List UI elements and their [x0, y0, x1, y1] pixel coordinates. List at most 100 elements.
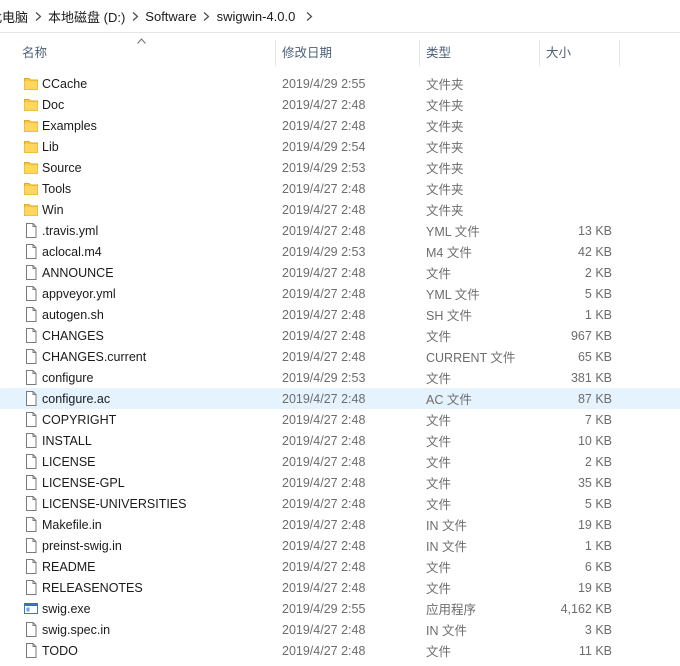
- file-size: 7 KB: [584, 412, 612, 427]
- file-name: INSTALL: [42, 433, 92, 448]
- file-row[interactable]: ANNOUNCE 2019/4/27 2:48 文件 2 KB: [0, 262, 680, 283]
- file-row[interactable]: INSTALL 2019/4/27 2:48 文件 10 KB: [0, 430, 680, 451]
- column-header-size[interactable]: 大小: [540, 40, 620, 66]
- column-header-row: 名称 修改日期 类型 大小: [0, 38, 680, 66]
- file-date: 2019/4/27 2:48: [282, 391, 366, 406]
- file-icon: [24, 454, 38, 469]
- file-size: 1 KB: [584, 538, 612, 553]
- file-row[interactable]: CCache 2019/4/29 2:55 文件夹: [0, 73, 680, 94]
- file-date: 2019/4/27 2:48: [282, 118, 366, 133]
- file-row[interactable]: CHANGES.current 2019/4/27 2:48 CURRENT 文件 6…: [0, 346, 680, 367]
- file-row[interactable]: COPYRIGHT 2019/4/27 2:48 文件 7 KB: [0, 409, 680, 430]
- file-row[interactable]: appveyor.yml 2019/4/27 2:48 YML 文件 5 KB: [0, 283, 680, 304]
- file-row[interactable]: Examples 2019/4/27 2:48 文件夹: [0, 115, 680, 136]
- file-type: IN 文件: [426, 624, 467, 638]
- chevron-right-icon[interactable]: [199, 11, 215, 21]
- file-row[interactable]: LICENSE-GPL 2019/4/27 2:48 文件 35 KB: [0, 472, 680, 493]
- file-date: 2019/4/27 2:48: [282, 307, 366, 322]
- file-icon: [24, 391, 38, 406]
- file-icon: [24, 223, 38, 238]
- file-row[interactable]: Makefile.in 2019/4/27 2:48 IN 文件 19 KB: [0, 514, 680, 535]
- file-icon: [24, 328, 38, 343]
- file-type: 文件: [426, 561, 452, 575]
- file-row[interactable]: Win 2019/4/27 2:48 文件夹: [0, 199, 680, 220]
- file-list: CCache 2019/4/29 2:55 文件夹 Doc 2019/4/27 2:48…: [0, 73, 680, 661]
- file-row[interactable]: swig.spec.in 2019/4/27 2:48 IN 文件 3 KB: [0, 619, 680, 640]
- file-row[interactable]: .travis.yml 2019/4/27 2:48 YML 文件 13 KB: [0, 220, 680, 241]
- file-date: 2019/4/27 2:48: [282, 580, 366, 595]
- file-size: 65 KB: [577, 349, 612, 364]
- breadcrumb: 此电脑 本地磁盘 (D:) Software swigwin-4.0.0: [0, 0, 680, 33]
- file-date: 2019/4/27 2:48: [282, 97, 366, 112]
- file-type: M4 文件: [426, 246, 472, 260]
- file-name: Makefile.in: [42, 517, 102, 532]
- file-type: 文件: [426, 645, 452, 659]
- chevron-right-icon[interactable]: [301, 11, 317, 21]
- chevron-right-icon[interactable]: [30, 11, 46, 21]
- file-icon: [24, 265, 38, 280]
- file-date: 2019/4/27 2:48: [282, 223, 366, 238]
- file-name: LICENSE-GPL: [42, 475, 125, 490]
- file-row[interactable]: Source 2019/4/29 2:53 文件夹: [0, 157, 680, 178]
- file-type: 文件夹: [426, 78, 464, 92]
- file-row[interactable]: configure.ac 2019/4/27 2:48 AC 文件 87 KB: [0, 388, 680, 409]
- breadcrumb-item-swigwin[interactable]: swigwin-4.0.0: [215, 9, 298, 24]
- file-row[interactable]: Tools 2019/4/27 2:48 文件夹: [0, 178, 680, 199]
- file-size: 42 KB: [577, 244, 612, 259]
- file-row[interactable]: CHANGES 2019/4/27 2:48 文件 967 KB: [0, 325, 680, 346]
- file-name: appveyor.yml: [42, 286, 116, 301]
- file-row[interactable]: README 2019/4/27 2:48 文件 6 KB: [0, 556, 680, 577]
- file-size: 35 KB: [577, 475, 612, 490]
- file-row[interactable]: RELEASENOTES 2019/4/27 2:48 文件 19 KB: [0, 577, 680, 598]
- file-name: ANNOUNCE: [42, 265, 114, 280]
- file-name: Lib: [42, 139, 59, 154]
- file-name: CHANGES: [42, 328, 104, 343]
- file-size: 1 KB: [584, 307, 612, 322]
- folder-icon: [24, 160, 38, 175]
- file-type: 文件夹: [426, 120, 464, 134]
- file-type: 文件: [426, 330, 452, 344]
- file-name: configure.ac: [42, 391, 111, 406]
- file-icon: [24, 349, 38, 364]
- file-name: LICENSE: [42, 454, 96, 469]
- file-name: README: [42, 559, 96, 574]
- file-row[interactable]: Lib 2019/4/29 2:54 文件夹: [0, 136, 680, 157]
- file-row[interactable]: configure 2019/4/29 2:53 文件 381 KB: [0, 367, 680, 388]
- file-row[interactable]: swig.exe 2019/4/29 2:55 应用程序 4,162 KB: [0, 598, 680, 619]
- file-row[interactable]: Doc 2019/4/27 2:48 文件夹: [0, 94, 680, 115]
- file-icon: [24, 433, 38, 448]
- file-name: aclocal.m4: [42, 244, 102, 259]
- chevron-right-icon[interactable]: [127, 11, 143, 21]
- file-name: Tools: [42, 181, 72, 196]
- file-size: 5 KB: [584, 496, 612, 511]
- column-header-type-label: 类型: [426, 46, 452, 60]
- file-date: 2019/4/29 2:53: [282, 244, 366, 259]
- breadcrumb-item-this-pc[interactable]: 此电脑: [0, 7, 30, 26]
- file-size: 19 KB: [577, 580, 612, 595]
- column-header-type[interactable]: 类型: [420, 40, 540, 66]
- file-name: LICENSE-UNIVERSITIES: [42, 496, 187, 511]
- file-date: 2019/4/29 2:54: [282, 139, 366, 154]
- file-date: 2019/4/27 2:48: [282, 202, 366, 217]
- file-row[interactable]: TODO 2019/4/27 2:48 文件 11 KB: [0, 640, 680, 661]
- file-row[interactable]: LICENSE-UNIVERSITIES 2019/4/27 2:48 文件 5 KB: [0, 493, 680, 514]
- file-row[interactable]: autogen.sh 2019/4/27 2:48 SH 文件 1 KB: [0, 304, 680, 325]
- file-size: 3 KB: [584, 622, 612, 637]
- file-row[interactable]: LICENSE 2019/4/27 2:48 文件 2 KB: [0, 451, 680, 472]
- breadcrumb-item-drive[interactable]: 本地磁盘 (D:): [46, 7, 127, 26]
- file-type: SH 文件: [426, 309, 472, 323]
- file-row[interactable]: aclocal.m4 2019/4/29 2:53 M4 文件 42 KB: [0, 241, 680, 262]
- file-type: 文件夹: [426, 99, 464, 113]
- file-name: swig.exe: [42, 601, 91, 616]
- file-icon: [24, 622, 38, 637]
- file-row[interactable]: preinst-swig.in 2019/4/27 2:48 IN 文件 1 KB: [0, 535, 680, 556]
- column-header-date[interactable]: 修改日期: [276, 40, 420, 66]
- file-icon: [24, 370, 38, 385]
- file-date: 2019/4/27 2:48: [282, 181, 366, 196]
- file-date: 2019/4/27 2:48: [282, 454, 366, 469]
- file-type: 应用程序: [426, 603, 477, 617]
- file-name: CCache: [42, 76, 88, 91]
- column-header-name[interactable]: 名称: [0, 38, 276, 66]
- breadcrumb-item-software[interactable]: Software: [143, 9, 198, 24]
- file-date: 2019/4/29 2:53: [282, 370, 366, 385]
